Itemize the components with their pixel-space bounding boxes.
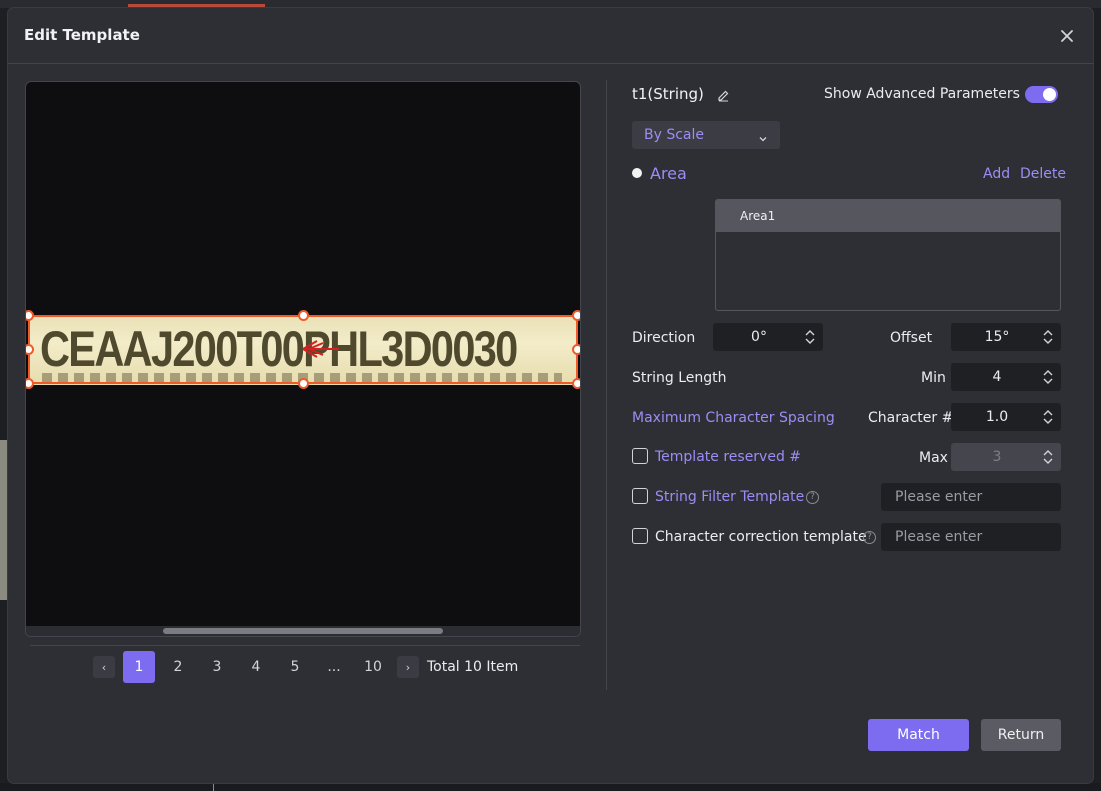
- resize-handle-bottom-right[interactable]: [572, 378, 580, 389]
- resize-handle-top-right[interactable]: [572, 310, 580, 321]
- viewer-divider: [30, 645, 580, 646]
- area-list: Area1: [715, 199, 1061, 311]
- delete-area-link[interactable]: Delete: [1020, 166, 1066, 182]
- direction-label: Direction: [632, 330, 696, 346]
- return-button[interactable]: Return: [981, 719, 1061, 751]
- prev-page-button[interactable]: ‹: [93, 656, 115, 678]
- min-length-stepper[interactable]: 4: [951, 363, 1061, 391]
- character-spacing-stepper[interactable]: 1.0: [951, 403, 1061, 431]
- help-icon[interactable]: ?: [863, 531, 876, 544]
- resize-handle-right[interactable]: [572, 344, 580, 355]
- mode-select[interactable]: By Scale: [632, 121, 780, 149]
- offset-stepper[interactable]: 15°: [951, 323, 1061, 351]
- advanced-parameters-toggle[interactable]: [1025, 86, 1058, 103]
- string-length-label: String Length: [632, 370, 727, 386]
- mode-select-value: By Scale: [644, 127, 705, 143]
- offset-label: Offset: [890, 330, 933, 346]
- horizontal-scrollbar[interactable]: [163, 628, 443, 634]
- viewer-scroll-track: [26, 626, 580, 636]
- max-reserved-stepper[interactable]: 3: [951, 443, 1061, 471]
- page-4[interactable]: 4: [240, 651, 272, 683]
- char-correction-label: Character correction template: [655, 529, 867, 545]
- background-app-strip: [0, 0, 1101, 8]
- max-label: Max: [919, 450, 948, 466]
- stepper-arrows-icon[interactable]: [805, 328, 815, 350]
- char-correction-checkbox[interactable]: [632, 528, 648, 544]
- toggle-knob: [1043, 88, 1056, 101]
- pagination-total: Total 10 Item: [427, 659, 519, 675]
- direction-arrow-icon: [301, 338, 341, 364]
- area-bullet-icon: [632, 168, 642, 178]
- add-area-link[interactable]: Add: [983, 166, 1010, 182]
- character-label: Character #: [868, 410, 954, 426]
- background-marker: [213, 783, 214, 791]
- dialog-header: Edit Template: [8, 8, 1093, 64]
- background-thumbnail: [0, 440, 8, 600]
- max-char-spacing-label: Maximum Character Spacing: [632, 410, 835, 426]
- stepper-arrows-icon[interactable]: [1043, 368, 1053, 390]
- page-ellipsis[interactable]: ...: [318, 651, 350, 683]
- page-3[interactable]: 3: [201, 651, 233, 683]
- advanced-parameters-label: Show Advanced Parameters: [824, 86, 1020, 102]
- list-item[interactable]: Area1: [716, 200, 1060, 232]
- stepper-arrows-icon[interactable]: [1043, 328, 1053, 350]
- page-1[interactable]: 1: [123, 651, 155, 683]
- chevron-down-icon: [758, 129, 768, 148]
- stepper-arrows-icon[interactable]: [1043, 408, 1053, 430]
- area-item-label: Area1: [740, 209, 776, 223]
- panel-divider: [606, 80, 607, 690]
- char-correction-input[interactable]: [881, 523, 1061, 551]
- edit-icon[interactable]: [716, 87, 730, 106]
- string-filter-checkbox[interactable]: [632, 488, 648, 504]
- page-2[interactable]: 2: [162, 651, 194, 683]
- page-5[interactable]: 5: [279, 651, 311, 683]
- background-footer: [0, 783, 1101, 791]
- stepper-arrows-icon[interactable]: [1043, 448, 1053, 470]
- resize-handle-bottom[interactable]: [298, 378, 309, 389]
- pagination: ‹ 1 2 3 4 5 ... 10 › Total 10 Item: [93, 651, 518, 683]
- resize-handle-top[interactable]: [298, 310, 309, 321]
- help-icon[interactable]: ?: [806, 491, 819, 504]
- direction-stepper[interactable]: 0°: [713, 323, 823, 351]
- resize-handle-bottom-left[interactable]: [26, 378, 34, 389]
- template-name: t1(String): [632, 85, 704, 103]
- area-heading: Area: [650, 164, 687, 183]
- template-reserved-checkbox[interactable]: [632, 448, 648, 464]
- min-label: Min: [921, 370, 946, 386]
- string-filter-label: String Filter Template: [655, 489, 805, 505]
- template-image-viewer[interactable]: CEAAJ200T00PHL3D0030: [25, 81, 581, 637]
- string-filter-input[interactable]: [881, 483, 1061, 511]
- next-page-button[interactable]: ›: [397, 656, 419, 678]
- page-10[interactable]: 10: [357, 651, 389, 683]
- match-button[interactable]: Match: [868, 719, 969, 751]
- close-icon[interactable]: [1057, 26, 1077, 46]
- dialog-title: Edit Template: [24, 26, 140, 44]
- template-reserved-label: Template reserved #: [655, 449, 802, 465]
